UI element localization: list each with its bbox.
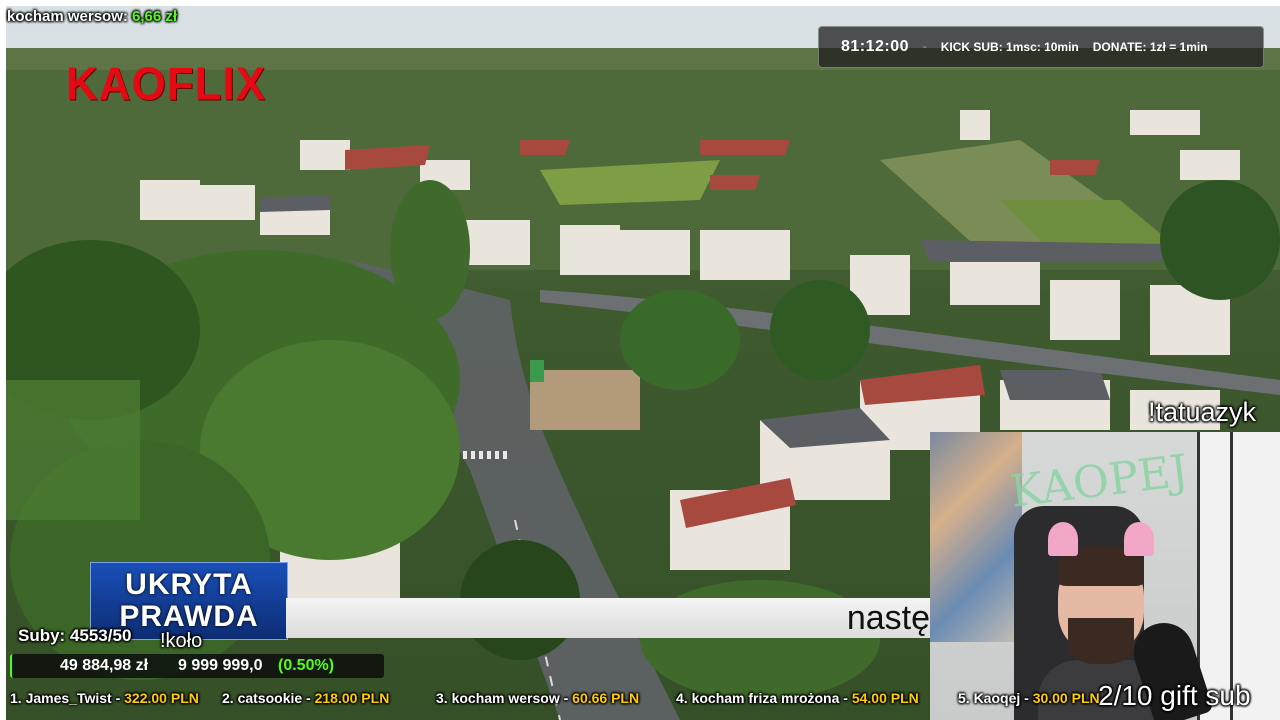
subathon-timer-panel: 81:12:00 - KICK SUB: 1msc: 10min DONATE:… <box>818 26 1264 68</box>
donation-label: kocham wersow: 6,66 zł <box>7 8 177 25</box>
donation-label-amount: 6,66 zł <box>132 8 178 25</box>
news-logo-line2: PRAWDA <box>119 600 259 633</box>
donor-item: 2. catsookie - 218.00 PLN <box>222 690 390 706</box>
goal-target: 9 999 999,0 <box>178 657 263 674</box>
goal-percent: (0.50%) <box>278 657 335 674</box>
donation-label-text: kocham wersow: <box>7 8 128 25</box>
frame-border-left <box>0 0 6 720</box>
shoji-screen <box>1197 432 1280 720</box>
donor-item: 1. James_Twist - 322.00 PLN <box>10 690 199 706</box>
subathon-timer: 81:12:00 <box>841 38 910 55</box>
frame-border-top <box>0 0 1280 6</box>
news-ticker-text: nastę <box>846 599 930 637</box>
news-ticker-bar: nastę <box>286 598 930 638</box>
donate-rate: DONATE: 1zł = 1min <box>1092 40 1208 54</box>
donor-item: 4. kocham friza mrożona - 54.00 PLN <box>676 690 919 706</box>
timer-separator: - <box>923 41 927 53</box>
cat-ear-headphone-right <box>1124 522 1154 556</box>
wheel-command: !koło <box>160 630 203 652</box>
donor-item: 3. kocham wersow - 60.66 PLN <box>436 690 640 706</box>
news-logo-line1: UKRYTA <box>125 568 253 601</box>
top-donors-ticker: 1. James_Twist - 322.00 PLN 2. catsookie… <box>0 686 1280 712</box>
donor-item: 5. Kaoqej - 30.00 PLN <box>958 690 1100 706</box>
donation-goal-bar: 49 884,98 zł 9 999 999,0 (0.50%) <box>10 654 384 678</box>
cat-ear-headphone-left <box>1048 522 1078 556</box>
channel-logo: KAOFLIX <box>66 58 267 111</box>
tattoo-command: !tatuazyk <box>1148 397 1257 427</box>
subs-counter: Suby: 4553/50 <box>18 626 132 645</box>
kick-sub-rate: KICK SUB: 1msc: 10min <box>940 40 1079 54</box>
photo-wall <box>930 432 1022 642</box>
webcam-feed: KAOPEJ <box>930 432 1280 720</box>
goal-current: 49 884,98 zł <box>60 657 149 674</box>
